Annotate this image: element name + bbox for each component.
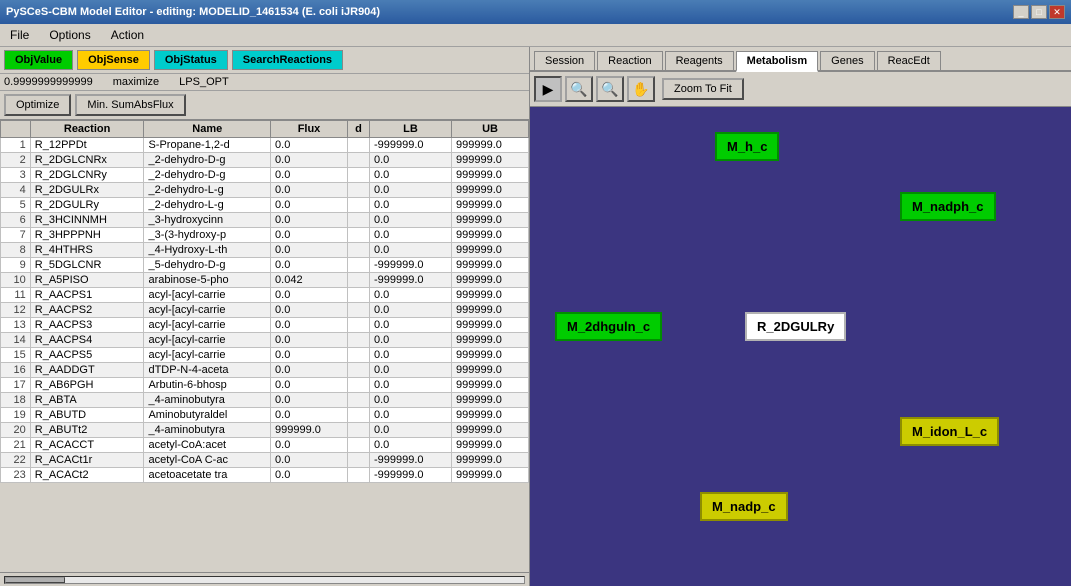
menu-bar: File Options Action <box>0 24 1071 47</box>
tab-session[interactable]: Session <box>534 51 595 70</box>
table-row: 10 <box>1 273 31 288</box>
table-row: 19 <box>1 408 31 423</box>
table-row: 7 <box>1 228 31 243</box>
table-row: 20 <box>1 423 31 438</box>
scrollbar-thumb[interactable] <box>5 577 65 583</box>
zoom-to-fit-button[interactable]: Zoom To Fit <box>662 78 744 100</box>
reaction-table-container: Reaction Name Flux d LB UB 1 R_12PPDt S-… <box>0 120 529 572</box>
table-row: 21 <box>1 438 31 453</box>
obj-value-button[interactable]: ObjValue <box>4 50 73 70</box>
table-row: 11 <box>1 288 31 303</box>
canvas-area[interactable]: M_h_c M_nadph_c M_2dhguln_c R_2DGULRy M_idon… <box>530 107 1071 586</box>
table-row: 16 <box>1 363 31 378</box>
menu-file[interactable]: File <box>4 26 35 44</box>
table-row: 6 <box>1 213 31 228</box>
col-d[interactable]: d <box>347 121 369 138</box>
minimize-button[interactable]: _ <box>1013 5 1029 19</box>
canvas-node-M_2dhguln_c[interactable]: M_2dhguln_c <box>555 312 662 341</box>
zoom-out-button[interactable]: 🔍 <box>596 76 624 102</box>
table-row: 23 <box>1 468 31 483</box>
window-controls[interactable]: _ □ ✕ <box>1013 5 1065 19</box>
scrollbar-track[interactable] <box>4 576 525 584</box>
right-panel: Session Reaction Reagents Metabolism Gen… <box>530 47 1071 586</box>
col-flux[interactable]: Flux <box>271 121 348 138</box>
zoom-in-button[interactable]: 🔍 <box>565 76 593 102</box>
col-reaction[interactable]: Reaction <box>30 121 144 138</box>
title-bar: PySCeS-CBM Model Editor - editing: MODEL… <box>0 0 1071 24</box>
tabs-row: Session Reaction Reagents Metabolism Gen… <box>530 47 1071 72</box>
tab-metabolism[interactable]: Metabolism <box>736 51 819 72</box>
obj-value-display: 0.9999999999999 <box>4 76 93 88</box>
info-row: 0.9999999999999 maximize LPS_OPT <box>0 74 529 91</box>
table-row: 5 <box>1 198 31 213</box>
table-row: 13 <box>1 318 31 333</box>
obj-sense-display: maximize <box>113 76 159 88</box>
obj-status-button[interactable]: ObjStatus <box>154 50 228 70</box>
table-row: 3 <box>1 168 31 183</box>
pan-tool-button[interactable]: ✋ <box>627 76 655 102</box>
canvas-node-M_h_c[interactable]: M_h_c <box>715 132 779 161</box>
col-lb[interactable]: LB <box>370 121 452 138</box>
canvas-node-M_idon_L_c[interactable]: M_idon_L_c <box>900 417 999 446</box>
obj-status-display: LPS_OPT <box>179 76 229 88</box>
table-row: 2 <box>1 153 31 168</box>
table-row: 18 <box>1 393 31 408</box>
horizontal-scrollbar[interactable] <box>0 572 529 586</box>
table-row: 9 <box>1 258 31 273</box>
tab-genes[interactable]: Genes <box>820 51 874 70</box>
obj-toolbar: ObjValue ObjSense ObjStatus SearchReacti… <box>0 47 529 74</box>
min-sum-button[interactable]: Min. SumAbsFlux <box>75 94 185 116</box>
table-row: 22 <box>1 453 31 468</box>
col-ub[interactable]: UB <box>452 121 529 138</box>
close-button[interactable]: ✕ <box>1049 5 1065 19</box>
left-panel: ObjValue ObjSense ObjStatus SearchReacti… <box>0 47 530 586</box>
obj-sense-button[interactable]: ObjSense <box>77 50 150 70</box>
maximize-button[interactable]: □ <box>1031 5 1047 19</box>
table-scroll[interactable]: Reaction Name Flux d LB UB 1 R_12PPDt S-… <box>0 120 529 572</box>
tab-reaction[interactable]: Reaction <box>597 51 662 70</box>
col-num <box>1 121 31 138</box>
action-row: Optimize Min. SumAbsFlux <box>0 91 529 120</box>
optimize-button[interactable]: Optimize <box>4 94 71 116</box>
table-row: 12 <box>1 303 31 318</box>
menu-action[interactable]: Action <box>105 26 150 44</box>
canvas-node-M_nadph_c[interactable]: M_nadph_c <box>900 192 996 221</box>
menu-options[interactable]: Options <box>43 26 96 44</box>
canvas-node-M_nadp_c[interactable]: M_nadp_c <box>700 492 788 521</box>
table-row: 4 <box>1 183 31 198</box>
main-content: ObjValue ObjSense ObjStatus SearchReacti… <box>0 47 1071 586</box>
canvas-node-R_2DGULRy[interactable]: R_2DGULRy <box>745 312 846 341</box>
tab-reacedt[interactable]: ReacEdt <box>877 51 941 70</box>
table-row: 14 <box>1 333 31 348</box>
table-row: 17 <box>1 378 31 393</box>
reaction-table: Reaction Name Flux d LB UB 1 R_12PPDt S-… <box>0 120 529 483</box>
col-name[interactable]: Name <box>144 121 271 138</box>
select-tool-button[interactable]: ▶ <box>534 76 562 102</box>
window-title: PySCeS-CBM Model Editor - editing: MODEL… <box>6 6 380 18</box>
table-row: 8 <box>1 243 31 258</box>
table-row: 1 <box>1 138 31 153</box>
table-row: 15 <box>1 348 31 363</box>
search-reactions-button[interactable]: SearchReactions <box>232 50 343 70</box>
tab-reagents[interactable]: Reagents <box>665 51 734 70</box>
canvas-toolbar: ▶ 🔍 🔍 ✋ Zoom To Fit <box>530 72 1071 107</box>
